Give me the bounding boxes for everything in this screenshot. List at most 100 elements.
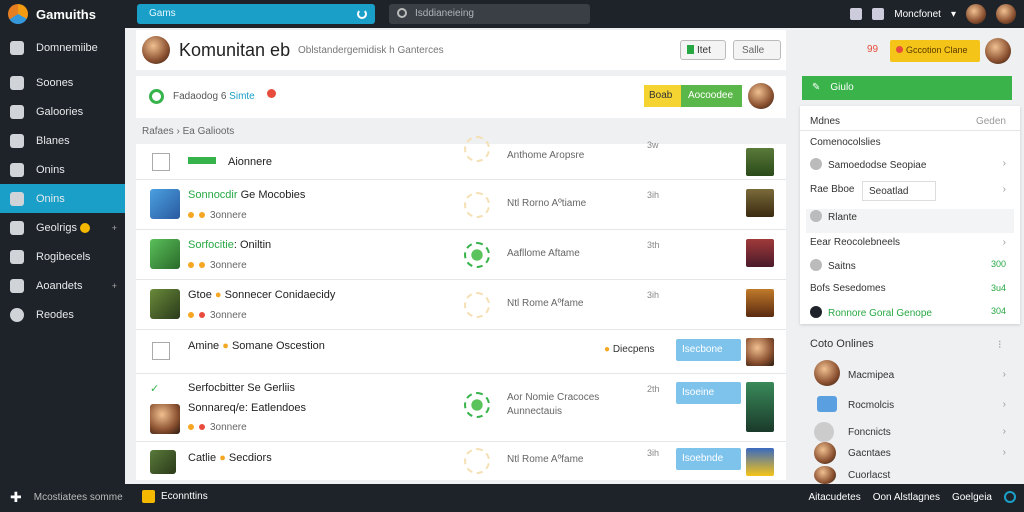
panel-item[interactable]: Rlante: [810, 210, 1010, 223]
avatar[interactable]: [966, 4, 986, 24]
avatar[interactable]: [996, 4, 1016, 24]
green-action-bar[interactable]: ✎ Giulo: [802, 76, 1012, 100]
green-button[interactable]: Aocoodee: [681, 85, 742, 107]
sidebar-item-rogibecels[interactable]: Rogibecels: [0, 242, 125, 271]
home-icon[interactable]: [850, 8, 863, 20]
row-checkbox[interactable]: [152, 342, 170, 360]
panel-input[interactable]: Seoatlad: [862, 181, 936, 201]
chat-icon: [142, 490, 155, 503]
status-highlight[interactable]: Simte: [229, 91, 255, 102]
gear-icon: [464, 192, 490, 218]
status-card: Fadaodog 6 Simte Boab Aocoodee: [136, 76, 786, 118]
sidebar-item-search[interactable]: Domnemiibe: [0, 28, 125, 68]
row-checkbox[interactable]: [152, 153, 170, 171]
row-action-button[interactable]: Isoebnde: [676, 448, 741, 470]
list-item[interactable]: Aionnere Anthome Aropsre 3w: [136, 136, 786, 180]
list-item[interactable]: Catlie ● Secdiors Ntl Rome Aºfame 3ih Is…: [136, 442, 786, 480]
game-art[interactable]: [746, 448, 774, 476]
app-logo[interactable]: Gamuiths: [0, 4, 126, 24]
list-item[interactable]: ✓ Serfocbitter Se Gerliis Sonnareq/e: Ea…: [136, 374, 786, 442]
sidebar-item-aoandets[interactable]: Aoandets +: [0, 271, 125, 300]
game-thumbnail[interactable]: [150, 450, 176, 474]
sidebar-item-galoories[interactable]: Galoories: [0, 97, 125, 126]
expand-icon[interactable]: +: [112, 223, 117, 233]
location-pin-icon: [267, 89, 276, 98]
game-art[interactable]: [746, 189, 774, 217]
panel-item[interactable]: Samoedodse Seopiae ›: [810, 158, 1010, 171]
chevron-down-icon[interactable]: ▾: [951, 9, 956, 20]
game-art[interactable]: [746, 338, 774, 366]
top-right-controls: Moncfonet ▾: [850, 4, 1016, 24]
expand-icon[interactable]: +: [112, 281, 117, 291]
sale-button[interactable]: Salle: [733, 40, 781, 60]
expand-icon[interactable]: ⁝: [998, 338, 1002, 351]
yellow-button[interactable]: Boab: [644, 85, 682, 107]
sidebar-item-onins-active[interactable]: Onins: [0, 184, 125, 213]
wrench-icon: ✎: [812, 82, 821, 93]
rating-label: 3onnere: [210, 422, 247, 433]
list-item[interactable]: Sorfocitie: Oniltin 3onnere Aafllome Aft…: [136, 230, 786, 280]
globe-icon: [810, 306, 822, 318]
row-title: Gtoe ● Sonnecer Conidaecidy: [188, 289, 336, 301]
camera-icon[interactable]: [872, 8, 885, 20]
list-item[interactable]: Amine ● Somane Oscestion ● Diecpens Isec…: [136, 330, 786, 374]
sidebar-item-reodes[interactable]: Reodes: [0, 300, 125, 329]
notification-count[interactable]: 99: [867, 44, 878, 55]
bottom-mid[interactable]: Econnttins: [142, 490, 208, 503]
chevron-right-icon: ›: [1002, 426, 1006, 437]
row-action-button[interactable]: Isoeine: [676, 382, 741, 404]
online-user[interactable]: Cuorlacst: [814, 466, 1010, 484]
game-art[interactable]: [746, 289, 774, 317]
sidebar-item-onins-1[interactable]: Onins: [0, 155, 125, 184]
avatar: [817, 396, 837, 412]
new-button[interactable]: Itet: [680, 40, 726, 60]
online-user[interactable]: Gacntaes ›: [814, 442, 1010, 464]
row-title-rest: Sonnecer Conidaecidy: [221, 289, 336, 301]
breadcrumb[interactable]: Rafaes › Ea Galioots: [142, 126, 234, 137]
notification-button[interactable]: Gccotion Clane: [890, 40, 980, 62]
sidebar-item-blanes[interactable]: Blanes: [0, 126, 125, 155]
game-art[interactable]: [746, 239, 774, 267]
row-status: ● Diecpens: [604, 344, 655, 355]
refresh-icon[interactable]: [357, 9, 367, 19]
panel-item[interactable]: Saitns 300: [810, 259, 1010, 272]
search-input[interactable]: Isddianeieing: [389, 4, 590, 24]
row-title-main: Sonnocdir: [188, 189, 238, 201]
sidebar-item-geolrigs[interactable]: Geolrigs +: [0, 213, 125, 242]
tab-gams[interactable]: Gams: [137, 4, 375, 24]
row-count: 3ih: [647, 448, 660, 458]
row-title: Serfocbitter Se Gerliis: [188, 382, 295, 394]
sidebar-item-label: Onins: [36, 192, 65, 205]
game-thumbnail[interactable]: [150, 189, 180, 219]
panel-header-left: Mdnes: [810, 116, 841, 127]
rating: 3onnere: [188, 310, 247, 321]
sidebar-item-soones[interactable]: Soones: [0, 68, 125, 97]
online-user[interactable]: Foncnicts ›: [814, 422, 1010, 444]
game-thumbnail[interactable]: [150, 239, 180, 269]
panel-item[interactable]: Ronnore Goral Genope 304: [810, 306, 1010, 319]
avatar[interactable]: [748, 83, 774, 109]
user-name[interactable]: Moncfonet: [894, 9, 941, 20]
avatar[interactable]: [142, 36, 170, 64]
panel-item[interactable]: Eear Reocolebneels ›: [810, 237, 1010, 248]
gear-icon: [810, 158, 822, 170]
panel-header-right[interactable]: Geden: [976, 116, 1006, 127]
bottom-left[interactable]: ✚ Mcostiatees somme: [10, 489, 123, 506]
game-art[interactable]: [746, 148, 774, 176]
chevron-right-icon: ›: [1002, 399, 1006, 410]
online-user[interactable]: Rocmolcis ›: [814, 394, 1010, 420]
green-action-label: Giulo: [830, 82, 854, 93]
list-item[interactable]: Sonnocdir Ge Mocobies 3onnere Ntl Rorno …: [136, 180, 786, 230]
list-item[interactable]: Gtoe ● Sonnecer Conidaecidy 3onnere Ntl …: [136, 280, 786, 330]
avatar[interactable]: [985, 38, 1011, 64]
online-user[interactable]: Macmipea ›: [814, 360, 1010, 390]
status-icon[interactable]: [1004, 491, 1016, 503]
bottom-link-2[interactable]: Oon Alstlagnes: [873, 492, 940, 503]
game-thumbnail[interactable]: [150, 404, 180, 434]
row-action-button[interactable]: Isecbone: [676, 339, 741, 361]
game-art[interactable]: [746, 382, 774, 432]
bottom-link-1[interactable]: Aitacudetes: [808, 492, 860, 503]
game-thumbnail[interactable]: [150, 289, 180, 319]
bottom-link-3[interactable]: Goelgeia: [952, 492, 992, 503]
panel-item[interactable]: Bofs Sesedomes 3u4: [810, 283, 1010, 294]
